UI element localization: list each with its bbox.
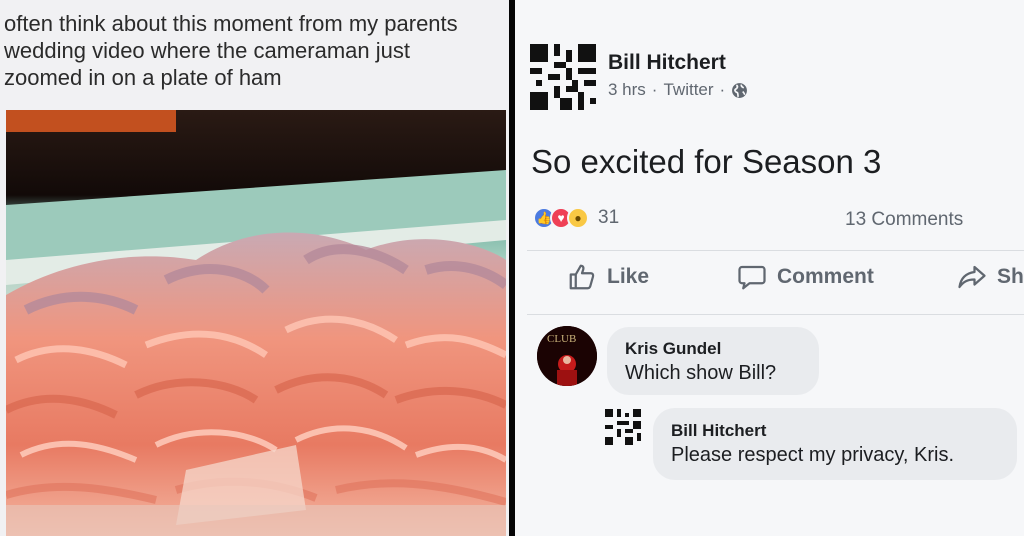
post-author-name[interactable]: Bill Hitchert xyxy=(608,51,726,75)
reaction-count: 31 xyxy=(598,207,620,228)
share-label: Sh xyxy=(997,265,1024,288)
reply-author[interactable]: Bill Hitchert xyxy=(671,421,766,441)
post-source: Twitter xyxy=(663,80,714,99)
post-text: So excited for Season 3 xyxy=(531,143,882,180)
speech-bubble-icon xyxy=(738,265,766,290)
comment-author[interactable]: Kris Gundel xyxy=(625,339,721,359)
comment-bubble: Kris Gundel Which show Bill? xyxy=(607,327,819,395)
avatar-club-text: CLUB xyxy=(547,333,576,345)
author-avatar[interactable] xyxy=(530,44,596,110)
reaction-summary[interactable]: 👍 ♥ ● 31 xyxy=(533,207,619,229)
thumbs-up-icon xyxy=(569,264,595,290)
meta-separator: · xyxy=(651,80,658,99)
caption-line-3: zoomed in on a plate of ham xyxy=(4,65,282,90)
reply-text: Please respect my privacy, Kris. xyxy=(671,444,955,466)
post-meta: 3 hrs · Twitter · xyxy=(608,80,748,100)
divider-line xyxy=(527,314,1024,315)
share-button[interactable]: Sh xyxy=(957,262,1024,292)
comment-text: Which show Bill? xyxy=(625,362,777,384)
divider-line xyxy=(527,250,1024,251)
share-arrow-icon xyxy=(958,265,986,289)
like-label: Like xyxy=(607,265,650,288)
globe-icon xyxy=(732,82,748,98)
caption-line-1: often think about this moment from my pa… xyxy=(4,11,458,36)
meta-separator: · xyxy=(719,80,726,99)
caption-line-2: wedding video where the cameraman just xyxy=(4,38,411,63)
reply-author-avatar[interactable] xyxy=(605,409,641,445)
comments-count-link[interactable]: 13 Comments xyxy=(845,209,963,231)
facebook-post: Bill Hitchert 3 hrs · Twitter · So excit… xyxy=(515,0,1024,536)
post-actions: Like Comment Sh xyxy=(515,262,1024,306)
comment-label: Comment xyxy=(777,265,874,288)
like-button[interactable]: Like xyxy=(567,262,649,292)
commenter-avatar[interactable]: CLUB xyxy=(537,326,597,386)
meme-caption: often think about this moment from my pa… xyxy=(4,10,504,91)
comment-button[interactable]: Comment xyxy=(737,262,874,292)
meme-panel: often think about this moment from my pa… xyxy=(0,0,509,536)
reply-bubble: Bill Hitchert Please respect my privacy,… xyxy=(653,408,1017,480)
ham-plate-photo xyxy=(6,110,506,536)
wow-reaction-icon: ● xyxy=(567,207,589,229)
post-time[interactable]: 3 hrs xyxy=(608,80,646,100)
